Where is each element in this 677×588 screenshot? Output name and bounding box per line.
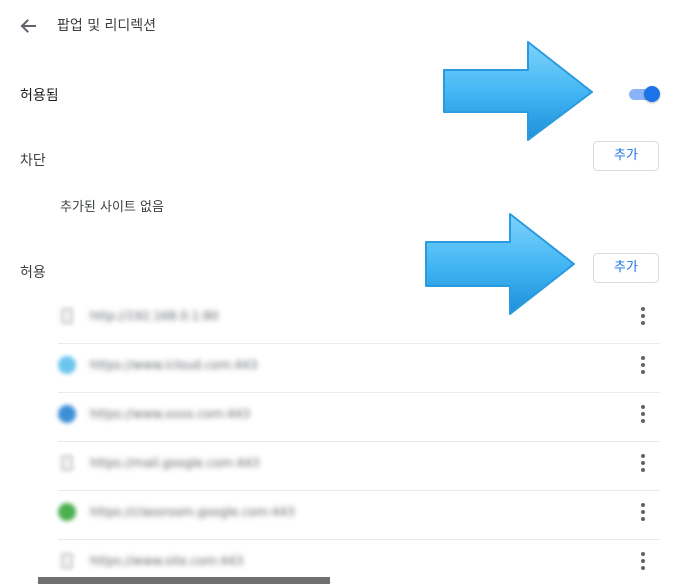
blocked-empty-text: 추가된 사이트 없음 [60,200,164,215]
allow-section-label: 허용 [20,265,46,281]
allowed-setting-label: 허용됨 [20,88,59,104]
popup-allowed-toggle[interactable] [627,86,663,102]
site-row[interactable]: https://www.icloud.com:443 [58,343,660,393]
more-menu-icon[interactable] [633,501,653,523]
site-url: https://www.site.com:443 [90,554,244,568]
globe-icon [58,356,76,374]
site-url: https://www.icloud.com:443 [90,358,258,372]
blocked-section-label: 차단 [20,153,46,169]
more-menu-icon[interactable] [633,550,653,572]
site-row[interactable]: https://mail.google.com:443 [58,441,660,491]
site-url: https://www.xxxx.com:443 [90,407,250,421]
back-arrow-icon[interactable] [14,12,42,40]
add-blocked-button[interactable]: 추가 [593,141,659,171]
site-url: https://mail.google.com:443 [90,456,260,470]
page-icon [61,308,73,324]
site-row[interactable]: https://classroom.google.com:443 [58,490,660,540]
globe-icon [58,405,76,423]
more-menu-icon[interactable] [633,403,653,425]
add-allowed-button[interactable]: 추가 [593,253,659,283]
annotation-arrow-icon [443,41,593,141]
site-url: https://classroom.google.com:443 [90,505,295,519]
site-row[interactable]: https://www.xxxx.com:443 [58,392,660,442]
more-menu-icon[interactable] [633,452,653,474]
toggle-knob [644,86,660,102]
page-icon [61,553,73,569]
more-menu-icon[interactable] [633,305,653,327]
page-title: 팝업 및 리디렉션 [57,18,157,34]
more-menu-icon[interactable] [633,354,653,376]
scroll-edge-bar [38,577,330,584]
page-icon [61,455,73,471]
annotation-arrow-icon [425,213,575,315]
leaf-icon [58,503,76,521]
site-url: http://192.168.0.1:80 [90,309,219,323]
